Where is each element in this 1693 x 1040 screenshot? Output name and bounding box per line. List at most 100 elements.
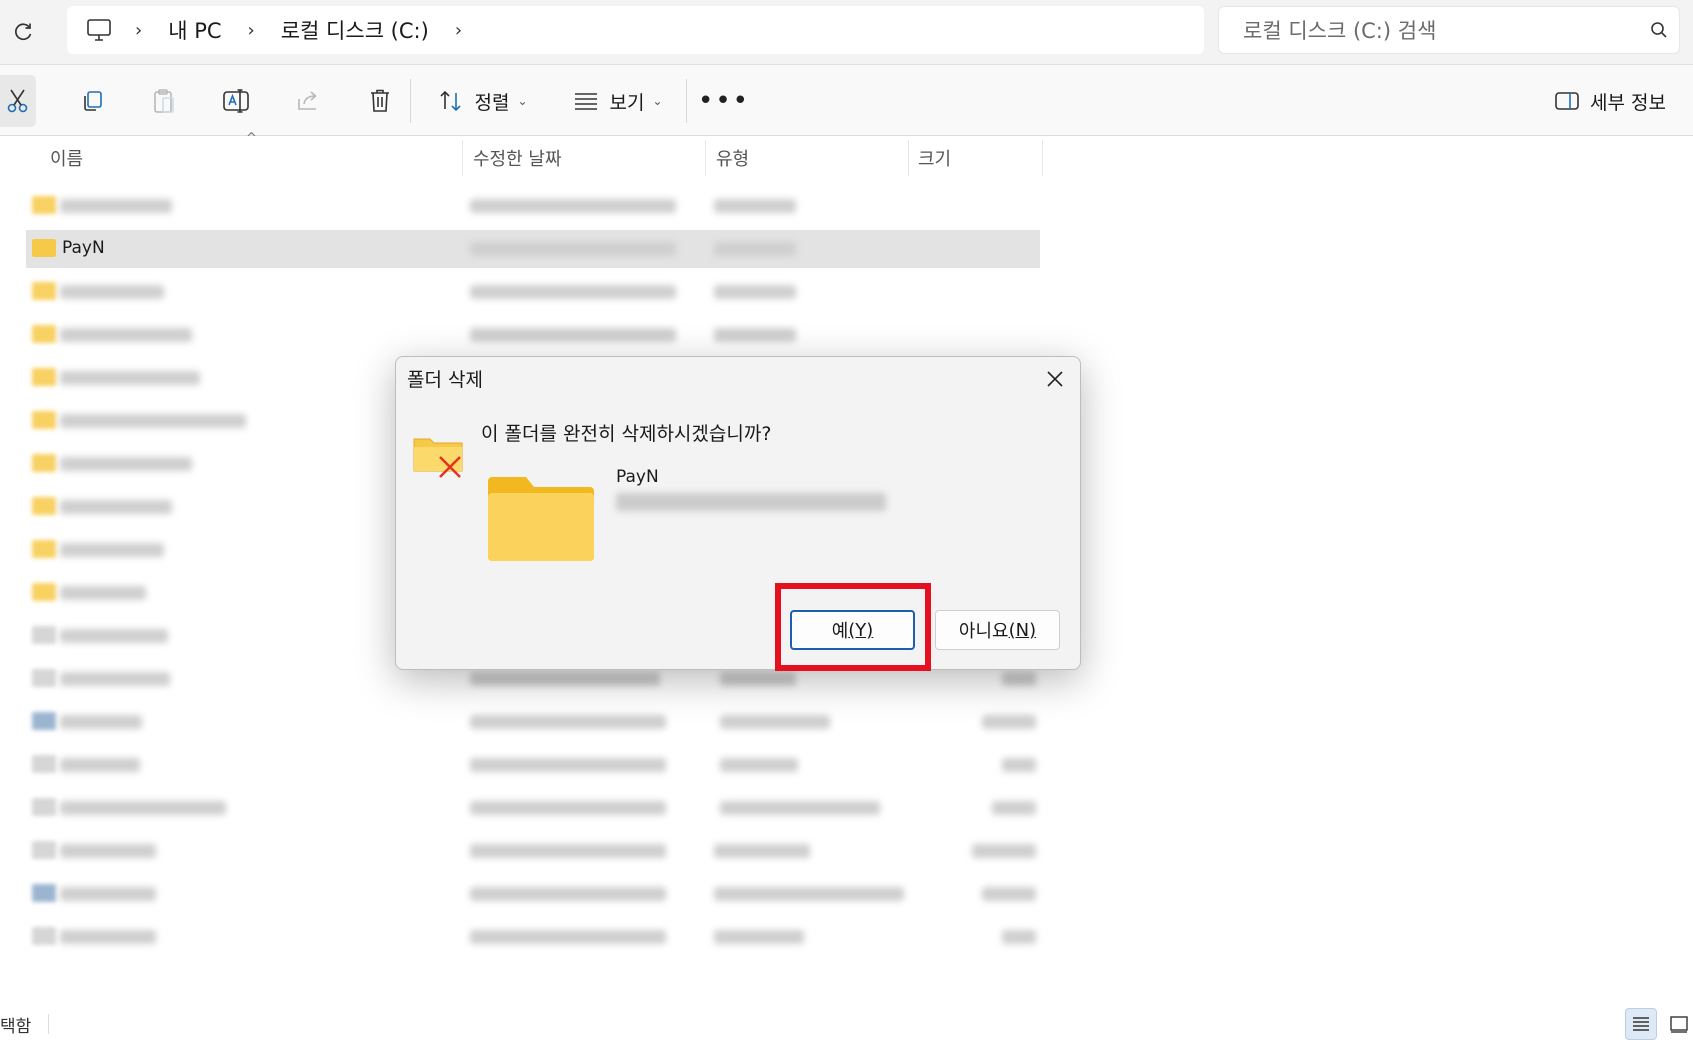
blurred-name	[60, 672, 170, 686]
scissors-icon	[7, 89, 28, 113]
details-pane-button[interactable]: 세부 정보	[1540, 75, 1680, 127]
status-divider	[48, 1014, 49, 1034]
blurred-date	[470, 328, 676, 342]
delete-button[interactable]	[354, 75, 406, 127]
blurred-name	[60, 285, 164, 299]
details-pane-icon	[1555, 92, 1579, 110]
blurred-name	[60, 887, 156, 901]
blurred-type	[714, 242, 796, 256]
list-item[interactable]	[26, 789, 1040, 827]
sort-button[interactable]: 정렬 ⌄	[430, 75, 536, 127]
tiles-view-button[interactable]	[1663, 1008, 1693, 1040]
blurred-date	[470, 285, 676, 299]
list-item-selected[interactable]: PayN	[26, 230, 1040, 268]
list-item[interactable]	[26, 918, 1040, 956]
yes-button[interactable]: 예 (Y)	[790, 610, 915, 650]
blurred-name	[60, 844, 156, 858]
refresh-button[interactable]	[8, 17, 38, 47]
blurred-date	[470, 930, 666, 944]
list-item[interactable]	[26, 703, 1040, 741]
column-divider[interactable]	[908, 140, 909, 176]
view-label: 보기	[609, 91, 645, 114]
close-icon	[1047, 371, 1063, 387]
blurred-name	[60, 758, 140, 772]
file-icon	[32, 755, 56, 773]
breadcrumb-local-disk[interactable]: 로컬 디스크 (C:)	[281, 15, 429, 45]
list-view-icon	[575, 93, 598, 110]
details-view-button[interactable]	[1625, 1008, 1657, 1040]
file-icon	[32, 798, 56, 816]
blurred-type	[714, 887, 904, 901]
more-options-button[interactable]: •••	[698, 75, 748, 127]
blurred-size	[982, 715, 1036, 729]
list-item[interactable]	[26, 875, 1040, 913]
folder-icon	[32, 540, 56, 558]
blurred-type	[714, 930, 804, 944]
breadcrumb-chevron-icon[interactable]: ›	[455, 20, 462, 41]
chevron-down-icon: ⌄	[652, 94, 663, 108]
blurred-name	[60, 414, 246, 428]
list-item[interactable]	[26, 746, 1040, 784]
folder-icon	[32, 325, 56, 343]
column-divider[interactable]	[462, 140, 463, 176]
trash-icon	[371, 89, 389, 112]
copy-button[interactable]	[66, 75, 118, 127]
view-toggle-group	[1625, 1008, 1693, 1040]
blurred-name	[60, 328, 192, 342]
address-toolbar: › 내 PC › 로컬 디스크 (C:) › 로컬 디스크 (C:) 검색	[0, 0, 1693, 64]
blurred-type	[720, 758, 798, 772]
dialog-close-button[interactable]	[1039, 363, 1071, 395]
search-input[interactable]: 로컬 디스크 (C:) 검색	[1243, 15, 1639, 45]
column-header-name[interactable]: 이름	[50, 138, 462, 178]
blurred-name	[60, 801, 226, 815]
column-header-size[interactable]: 크기	[918, 138, 1042, 178]
breadcrumb-chevron-icon[interactable]: ›	[248, 20, 255, 41]
file-icon	[32, 884, 56, 902]
list-item[interactable]	[26, 832, 1040, 870]
dialog-folder-name: PayN	[616, 467, 659, 487]
no-button[interactable]: 아니요 (N)	[935, 610, 1060, 650]
blurred-size	[1002, 758, 1036, 772]
blurred-name	[60, 543, 164, 557]
share-button[interactable]	[282, 75, 334, 127]
monitor-icon	[85, 16, 113, 44]
column-divider[interactable]	[1042, 140, 1043, 176]
blurred-name	[60, 371, 200, 385]
column-divider[interactable]	[705, 140, 706, 176]
breadcrumb-chevron-icon[interactable]: ›	[135, 20, 142, 41]
folder-icon	[32, 282, 56, 300]
folder-icon	[32, 411, 56, 429]
toolbar-divider	[686, 79, 687, 123]
blurred-name	[60, 586, 146, 600]
blurred-size	[992, 801, 1036, 815]
blurred-name	[60, 715, 142, 729]
blurred-size	[1002, 930, 1036, 944]
column-header-type[interactable]: 유형	[716, 138, 906, 178]
list-item[interactable]	[26, 316, 1040, 354]
blurred-date	[470, 758, 666, 772]
search-box[interactable]: 로컬 디스크 (C:) 검색	[1218, 6, 1680, 54]
blurred-date	[470, 887, 666, 901]
search-icon[interactable]	[1639, 21, 1679, 39]
blurred-size	[1002, 672, 1036, 686]
file-icon	[32, 669, 56, 687]
blurred-date	[470, 672, 660, 686]
column-header-modified[interactable]: 수정한 날짜	[473, 138, 703, 178]
blurred-type	[714, 328, 796, 342]
blurred-type	[714, 199, 796, 213]
list-item[interactable]	[26, 273, 1040, 311]
dialog-question: 이 폴더를 완전히 삭제하시겠습니까?	[481, 423, 772, 445]
address-bar[interactable]: › 내 PC › 로컬 디스크 (C:) ›	[67, 6, 1204, 54]
blurred-date	[470, 844, 666, 858]
dialog-title: 폴더 삭제	[407, 369, 483, 391]
blurred-name	[60, 500, 172, 514]
paste-button[interactable]	[138, 75, 190, 127]
cut-button[interactable]	[0, 75, 36, 127]
list-item[interactable]	[26, 187, 1040, 225]
folder-icon	[488, 477, 594, 561]
blurred-type	[720, 672, 796, 686]
breadcrumb-my-pc[interactable]: 내 PC	[168, 15, 221, 45]
rename-button[interactable]	[210, 75, 262, 127]
view-button[interactable]: 보기 ⌄	[564, 75, 672, 127]
folder-icon	[32, 454, 56, 472]
